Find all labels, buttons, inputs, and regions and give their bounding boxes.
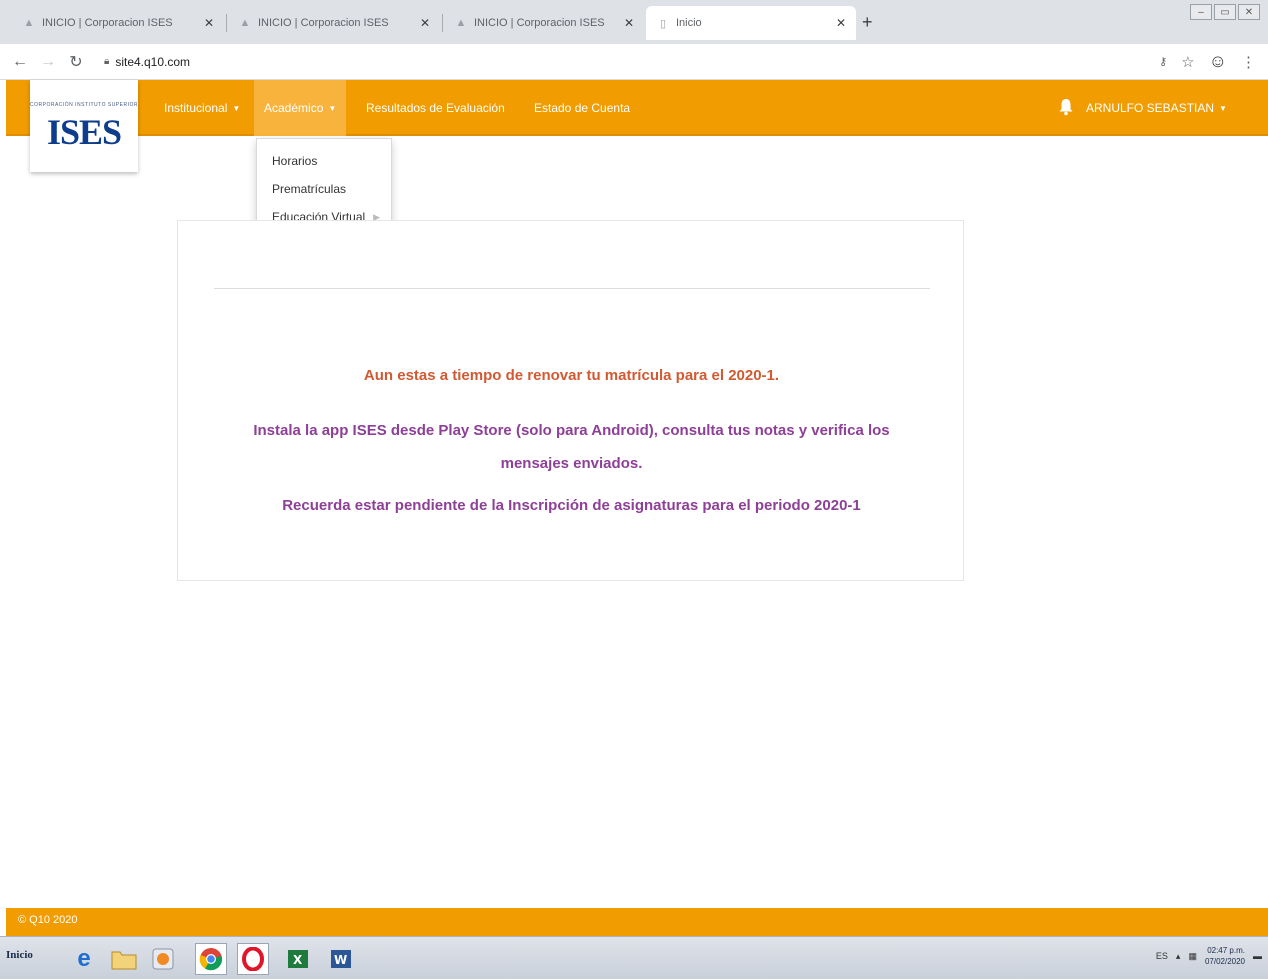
tab-title: INICIO | Corporacion ISES	[258, 17, 389, 29]
caret-down-icon: ▼	[232, 103, 241, 113]
browser-tab[interactable]: ▲ INICIO | Corporacion ISES ✕	[444, 6, 644, 40]
site-footer: © Q10 2020	[6, 908, 1268, 936]
internet-explorer-icon[interactable]: e	[68, 943, 100, 975]
close-icon[interactable]: ✕	[836, 16, 846, 30]
network-icon[interactable]: ▦	[1188, 951, 1197, 962]
browser-tab[interactable]: ▲ INICIO | Corporacion ISES ✕	[12, 6, 224, 40]
tab-separator	[442, 14, 443, 32]
close-icon[interactable]: ✕	[204, 16, 214, 30]
close-icon[interactable]: ✕	[420, 16, 430, 30]
nav-label: Académico	[264, 101, 324, 115]
star-icon[interactable]: ☆	[1181, 53, 1194, 71]
renewal-message: Aun estas a tiempo de renovar tu matrícu…	[363, 367, 780, 384]
menu-dots-icon[interactable]: ⋮	[1241, 53, 1256, 71]
bell-icon[interactable]	[1058, 98, 1074, 116]
divider	[214, 288, 930, 289]
nav-institucional[interactable]: Institucional ▼	[154, 80, 250, 136]
page-favicon-icon: ▯	[659, 17, 667, 30]
tab-title: INICIO | Corporacion ISES	[42, 17, 173, 29]
nav-academico[interactable]: Académico ▼	[254, 80, 347, 136]
excel-icon[interactable]: X	[282, 943, 314, 975]
caret-down-icon: ▼	[328, 103, 337, 113]
folder-icon[interactable]	[108, 943, 140, 975]
profile-icon[interactable]: ☺	[1209, 51, 1227, 72]
address-bar: ← → ↻ 🔒︎ site4.q10.com ⚷ ☆ ☺ ⋮	[0, 44, 1268, 80]
back-arrow-icon[interactable]: ←	[6, 53, 34, 71]
lock-icon[interactable]: 🔒︎	[104, 56, 109, 67]
svg-text:W: W	[334, 953, 347, 967]
start-button[interactable]: Inicio	[6, 949, 33, 961]
clock-date: 07/02/2020	[1204, 957, 1245, 966]
tab-title: Inicio	[676, 17, 702, 29]
window-controls: – ▭ ✕	[1190, 4, 1260, 20]
os-taskbar: Inicio e X W ES ▴ ▦ 02:47 p.m. 07/02/202…	[0, 936, 1268, 979]
minimize-icon[interactable]: –	[1190, 4, 1212, 20]
dropdown-item-horarios[interactable]: Horarios	[257, 147, 391, 175]
dropdown-item-label: Prematrículas	[272, 182, 347, 196]
nav-estado-cuenta[interactable]: Estado de Cuenta	[524, 80, 640, 136]
browser-tabstrip: ▲ INICIO | Corporacion ISES ✕ ▲ INICIO |…	[0, 0, 1268, 44]
app-message: Instala la app ISES desde Play Store (so…	[253, 422, 890, 472]
system-tray: ES ▴ ▦ 02:47 p.m. 07/02/2020 ▬	[1156, 945, 1262, 967]
url-field[interactable]: site4.q10.com	[115, 55, 190, 69]
user-name: ARNULFO SEBASTIAN	[1086, 101, 1215, 115]
site-favicon-icon: ▲	[239, 17, 251, 29]
nav-label: Estado de Cuenta	[534, 101, 631, 115]
logo-text: ISES	[46, 112, 122, 152]
language-indicator[interactable]: ES	[1156, 951, 1168, 961]
caret-down-icon: ▼	[1219, 103, 1227, 113]
nav-label: Institucional	[164, 101, 228, 115]
forward-arrow-icon[interactable]: →	[34, 53, 62, 71]
site-favicon-icon: ▲	[23, 17, 35, 29]
nav-label: Resultados de Evaluación	[366, 101, 505, 115]
announcement-card: Aun estas a tiempo de renovar tu matrícu…	[177, 220, 964, 581]
clock[interactable]: 02:47 p.m. 07/02/2020	[1205, 945, 1245, 967]
close-window-icon[interactable]: ✕	[1238, 4, 1260, 20]
dropdown-item-prematriculas[interactable]: Prematrículas	[257, 175, 391, 203]
svg-text:X: X	[293, 953, 303, 967]
site-favicon-icon: ▲	[455, 17, 467, 29]
media-player-icon[interactable]	[147, 943, 179, 975]
tab-title: INICIO | Corporacion ISES	[474, 17, 605, 29]
show-desktop-icon[interactable]: ▬	[1253, 951, 1262, 961]
user-menu[interactable]: ARNULFO SEBASTIAN ▼	[1086, 80, 1227, 136]
browser-tab[interactable]: ▲ INICIO | Corporacion ISES ✕	[228, 6, 440, 40]
footer-copyright: © Q10 2020	[18, 914, 78, 926]
key-icon[interactable]: ⚷	[1159, 55, 1167, 68]
browser-tab-active[interactable]: ▯ Inicio ✕	[646, 6, 856, 40]
opera-icon[interactable]	[237, 943, 269, 975]
dropdown-item-label: Horarios	[272, 154, 318, 168]
tray-arrow-icon[interactable]: ▴	[1176, 951, 1181, 962]
tab-separator	[226, 14, 227, 32]
word-icon[interactable]: W	[325, 943, 357, 975]
address-bar-actions: ⚷ ☆ ☺ ⋮	[1159, 51, 1256, 72]
restore-icon[interactable]: ▭	[1214, 4, 1236, 20]
site-logo[interactable]: CORPORACIÓN INSTITUTO SUPERIOR ISES	[30, 80, 138, 172]
clock-time: 02:47 p.m.	[1207, 946, 1245, 955]
nav-resultados[interactable]: Resultados de Evaluación	[356, 80, 515, 136]
close-icon[interactable]: ✕	[624, 16, 634, 30]
chrome-icon[interactable]	[195, 943, 227, 975]
logo-subtext: CORPORACIÓN INSTITUTO SUPERIOR	[30, 102, 138, 108]
reload-icon[interactable]: ↻	[62, 52, 90, 72]
page: ▲ INICIO | Corporacion ISES ✕ ▲ INICIO |…	[0, 0, 1268, 979]
enrollment-message: Recuerda estar pendiente de la Inscripci…	[282, 497, 861, 514]
new-tab-icon[interactable]: +	[862, 12, 873, 33]
site-navbar: Institucional ▼ Académico ▼ Resultados d…	[6, 80, 1268, 136]
